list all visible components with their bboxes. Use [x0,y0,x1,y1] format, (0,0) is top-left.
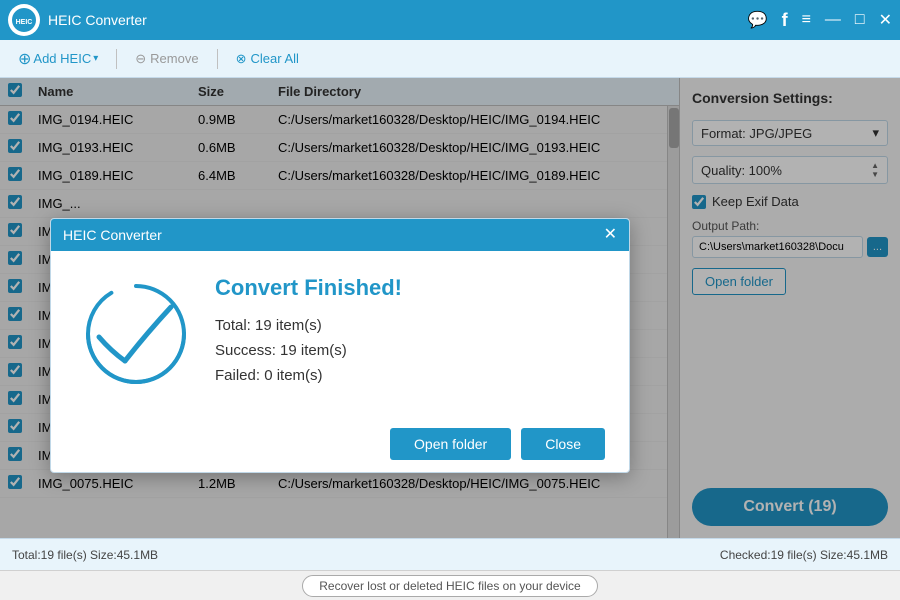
clear-all-label: Clear All [250,51,298,66]
status-right: Checked:19 file(s) Size:45.1MB [720,548,888,562]
modal-close-button-footer[interactable]: Close [521,428,605,460]
remove-label: Remove [150,51,198,66]
remove-button[interactable]: ⊖ Remove [125,47,208,71]
success-icon [81,279,191,389]
app-logo: HEIC [8,4,40,36]
modal-overlay: HEIC Converter ✕ Convert [0,78,900,538]
app-window: HEIC HEIC Converter 💬 f ≡ — □ ✕ ⊕ Add HE… [0,0,900,600]
add-heic-button[interactable]: ⊕ Add HEIC ▾ [8,45,108,73]
status-left: Total:19 file(s) Size:45.1MB [12,548,158,562]
modal-heading: Convert Finished! [215,275,599,301]
clear-all-button[interactable]: ⊗ Clear All [226,47,309,71]
toolbar: ⊕ Add HEIC ▾ ⊖ Remove ⊗ Clear All [0,40,900,78]
modal-dialog: HEIC Converter ✕ Convert [50,218,630,473]
title-bar: HEIC HEIC Converter 💬 f ≡ — □ ✕ [0,0,900,40]
modal-footer: Open folder Close [51,416,629,472]
minimize-icon[interactable]: — [825,11,841,29]
chat-icon[interactable]: 💬 [748,10,768,30]
menu-icon[interactable]: ≡ [802,11,811,29]
add-icon: ⊕ [18,49,31,69]
main-area: Name Size File Directory IMG_0194.HEIC 0… [0,78,900,538]
modal-header: HEIC Converter ✕ [51,219,629,251]
window-controls: 💬 f ≡ — □ ✕ [748,10,892,31]
close-icon[interactable]: ✕ [879,10,892,30]
modal-title: HEIC Converter [63,227,162,243]
add-heic-label: Add HEIC [33,51,91,66]
app-title: HEIC Converter [48,12,748,28]
modal-failed: Failed: 0 item(s) [215,367,599,384]
content-area: ⊕ Add HEIC ▾ ⊖ Remove ⊗ Clear All Name [0,40,900,600]
modal-content: Convert Finished! Total: 19 item(s) Succ… [215,275,599,392]
clear-icon: ⊗ [236,51,247,67]
toolbar-separator-1 [116,49,117,69]
bottom-bar: Recover lost or deleted HEIC files on yo… [0,570,900,600]
recover-link[interactable]: Recover lost or deleted HEIC files on yo… [302,575,597,597]
modal-close-button[interactable]: ✕ [604,227,617,243]
modal-open-folder-button[interactable]: Open folder [390,428,511,460]
dropdown-arrow-icon: ▾ [93,53,98,64]
facebook-icon[interactable]: f [782,10,788,31]
modal-body: Convert Finished! Total: 19 item(s) Succ… [51,251,629,416]
modal-total: Total: 19 item(s) [215,317,599,334]
remove-icon: ⊖ [135,51,146,67]
modal-success: Success: 19 item(s) [215,342,599,359]
status-bar: Total:19 file(s) Size:45.1MB Checked:19 … [0,538,900,570]
svg-text:HEIC: HEIC [16,19,33,26]
toolbar-separator-2 [217,49,218,69]
maximize-icon[interactable]: □ [855,11,865,29]
